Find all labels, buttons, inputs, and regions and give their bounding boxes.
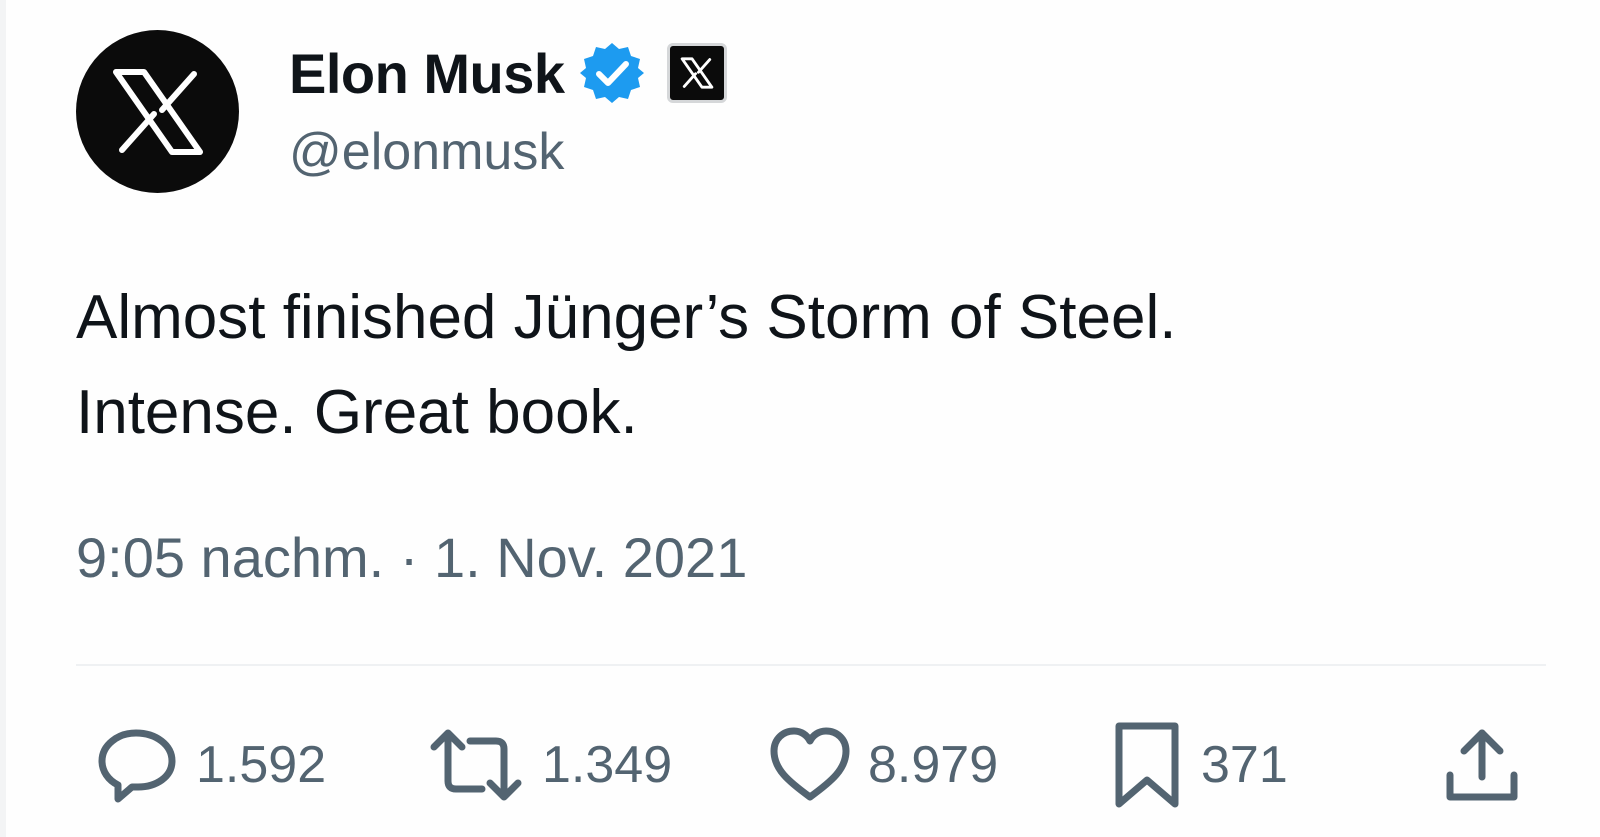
divider xyxy=(76,664,1546,666)
reply-count: 1.592 xyxy=(196,736,327,794)
tweet-text-line: Almost finished Jünger’s Storm of Steel. xyxy=(76,283,1177,352)
affiliation-badge[interactable] xyxy=(666,43,727,103)
bookmark-icon xyxy=(1115,722,1179,808)
verified-badge-icon[interactable] xyxy=(579,40,645,106)
tweet-text: Almost finished Jünger’s Storm of Steel.… xyxy=(76,270,1516,460)
like-icon xyxy=(770,727,850,801)
name-row: Elon Musk xyxy=(289,38,727,108)
avatar[interactable] xyxy=(76,30,239,193)
tweet-text-line: Intense. Great book. xyxy=(76,378,638,447)
like-button[interactable]: 8.979 xyxy=(768,715,998,815)
like-count: 8.979 xyxy=(868,736,999,794)
share-button[interactable] xyxy=(1440,715,1524,815)
display-name[interactable]: Elon Musk xyxy=(289,41,565,106)
retweet-count: 1.349 xyxy=(542,736,673,794)
share-icon xyxy=(1446,729,1518,801)
tweet-timestamp[interactable]: 9:05 nachm. · 1. Nov. 2021 xyxy=(76,525,747,590)
x-logo-icon xyxy=(112,68,203,155)
bookmark-count: 371 xyxy=(1201,736,1288,794)
user-handle[interactable]: @elonmusk xyxy=(289,122,564,182)
retweet-icon xyxy=(430,729,522,801)
tweet-card: Elon Musk @elonmusk Almost finished Jüng… xyxy=(0,0,1600,837)
reply-icon xyxy=(98,729,176,803)
x-logo-icon xyxy=(680,57,713,89)
action-bar: 1.592 1.349 8.979 371 xyxy=(6,715,1600,815)
retweet-button[interactable]: 1.349 xyxy=(426,715,672,815)
reply-button[interactable]: 1.592 xyxy=(96,715,326,815)
bookmark-button[interactable]: 371 xyxy=(1109,715,1288,815)
